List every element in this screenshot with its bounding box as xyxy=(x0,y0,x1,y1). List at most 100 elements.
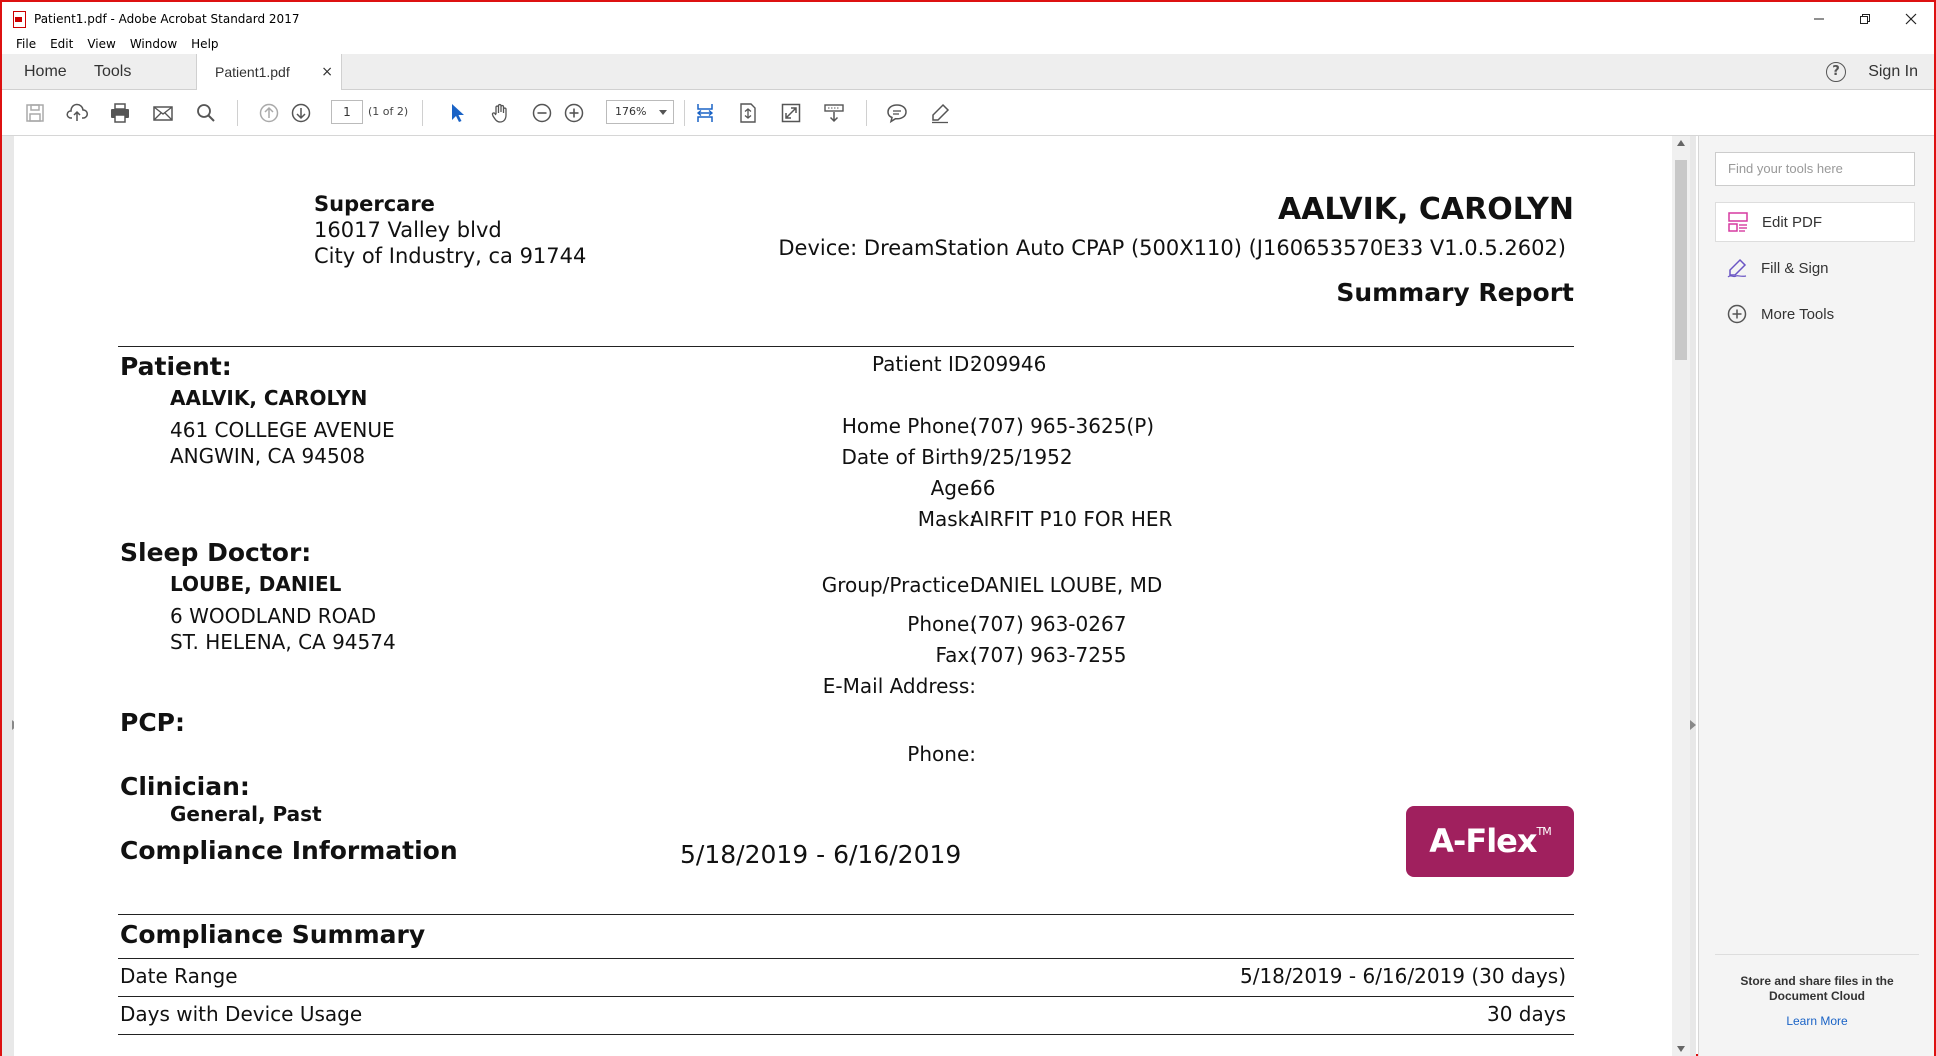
clinician-name: General, Past xyxy=(170,802,322,826)
menu-window[interactable]: Window xyxy=(123,34,184,54)
close-icon xyxy=(1905,13,1917,25)
minimize-button[interactable] xyxy=(1796,2,1842,36)
pdf-page: Supercare 16017 Valley blvd City of Indu… xyxy=(14,136,1672,1056)
page-number-input[interactable]: 1 xyxy=(331,100,363,124)
select-arrow-icon[interactable] xyxy=(444,100,470,126)
patient-address-line1: 461 COLLEGE AVENUE xyxy=(170,418,395,442)
fullscreen-icon[interactable] xyxy=(778,100,804,126)
menu-file[interactable]: File xyxy=(2,34,43,54)
scroll-thumb[interactable] xyxy=(1675,160,1687,360)
patient-address-line2: ANGWIN, CA 94508 xyxy=(170,444,366,468)
divider-line xyxy=(118,1034,1574,1035)
learn-more-link[interactable]: Learn More xyxy=(1699,1014,1935,1028)
document-viewer[interactable]: Supercare 16017 Valley blvd City of Indu… xyxy=(2,136,1696,1056)
scroll-down-icon[interactable] xyxy=(1677,1046,1685,1052)
tab-bar: Home Tools Patient1.pdf × ? Sign In xyxy=(2,54,1934,90)
menu-bar: File Edit View Window Help xyxy=(2,34,226,54)
fit-page-icon[interactable] xyxy=(735,100,761,126)
restore-icon xyxy=(1860,14,1870,24)
group-practice-value: DANIEL LOUBE, MD xyxy=(970,573,1163,597)
email-icon[interactable] xyxy=(150,100,176,126)
zoom-out-icon[interactable] xyxy=(529,100,555,126)
patient-header-name: AALVIK, CAROLYN xyxy=(1277,192,1574,227)
hand-icon[interactable] xyxy=(487,100,513,126)
search-icon[interactable] xyxy=(193,100,219,126)
patient-heading: Patient: xyxy=(120,352,232,381)
a-flex-badge: A-FlexTM xyxy=(1406,806,1574,877)
summary-row-value: 5/18/2019 - 6/16/2019 (30 days) xyxy=(1239,964,1566,988)
doctor-address-line2: ST. HELENA, CA 94574 xyxy=(170,630,396,654)
patient-id-value: 209946 xyxy=(970,352,1047,376)
minimize-icon xyxy=(1814,18,1824,20)
tab-tools[interactable]: Tools xyxy=(94,54,131,90)
toolbar-separator xyxy=(422,100,423,126)
doctor-phone-label: Phone: xyxy=(907,612,976,636)
plus-circle-icon xyxy=(1725,302,1749,326)
report-title: Summary Report xyxy=(1336,278,1574,307)
next-page-icon[interactable] xyxy=(288,100,314,126)
title-bar: Patient1.pdf - Adobe Acrobat Standard 20… xyxy=(2,2,1934,36)
dob-value: 9/25/1952 xyxy=(970,445,1073,469)
a-flex-label: A-Flex xyxy=(1429,822,1537,860)
close-window-button[interactable] xyxy=(1888,2,1934,36)
fax-value: (707) 963-7255 xyxy=(970,643,1127,667)
patient-name: AALVIK, CAROLYN xyxy=(170,386,368,410)
mask-value: AIRFIT P10 FOR HER xyxy=(970,507,1173,531)
compliance-date-range: 5/18/2019 - 6/16/2019 xyxy=(680,840,962,869)
cloud-promo-line1: Store and share files in the xyxy=(1740,974,1894,988)
zoom-dropdown[interactable]: 176% xyxy=(606,100,674,124)
previous-page-icon[interactable] xyxy=(256,100,282,126)
right-pane-toggle-icon[interactable] xyxy=(1690,720,1696,730)
scroll-mode-icon[interactable] xyxy=(821,100,847,126)
edit-pdf-tool[interactable]: Edit PDF xyxy=(1715,202,1915,242)
page-count: (1 of 2) xyxy=(368,105,409,118)
compliance-summary-heading: Compliance Summary xyxy=(120,920,426,949)
highlight-icon[interactable] xyxy=(927,100,953,126)
sign-in-button[interactable]: Sign In xyxy=(1868,54,1918,90)
save-icon[interactable] xyxy=(22,100,48,126)
more-tools[interactable]: More Tools xyxy=(1715,294,1915,334)
tab-document[interactable]: Patient1.pdf × xyxy=(196,54,342,90)
zoom-in-icon[interactable] xyxy=(561,100,587,126)
fill-sign-icon xyxy=(1725,256,1749,280)
cloud-promo-line2: Document Cloud xyxy=(1769,989,1865,1003)
home-phone-label: Home Phone: xyxy=(841,414,976,438)
close-tab-icon[interactable]: × xyxy=(321,54,333,90)
menu-view[interactable]: View xyxy=(80,34,122,54)
menu-help[interactable]: Help xyxy=(184,34,225,54)
divider-line xyxy=(118,996,1574,997)
toolbar-separator xyxy=(866,100,867,126)
fit-width-icon[interactable] xyxy=(692,100,718,126)
summary-row-label: Date Range xyxy=(120,964,238,988)
upload-icon[interactable] xyxy=(64,100,90,126)
scroll-up-icon[interactable] xyxy=(1677,140,1685,146)
help-icon[interactable]: ? xyxy=(1826,62,1846,82)
clinician-heading: Clinician: xyxy=(120,772,250,801)
summary-row-label: Days with Device Usage xyxy=(120,1002,363,1026)
tools-search-input[interactable]: Find your tools here xyxy=(1715,152,1915,186)
chevron-down-icon xyxy=(659,110,667,115)
print-icon[interactable] xyxy=(107,100,133,126)
age-value: 66 xyxy=(970,476,996,500)
menu-edit[interactable]: Edit xyxy=(43,34,80,54)
tab-home[interactable]: Home xyxy=(24,54,67,90)
fill-sign-tool[interactable]: Fill & Sign xyxy=(1715,248,1915,288)
provider-address-line2: City of Industry, ca 91744 xyxy=(314,244,587,268)
restore-button[interactable] xyxy=(1842,2,1888,36)
summary-row-value: 30 days xyxy=(1486,1002,1566,1026)
dob-label: Date of Birth: xyxy=(841,445,976,469)
comment-icon[interactable] xyxy=(884,100,910,126)
tools-pane: Find your tools here Edit PDF Fill & Sig… xyxy=(1698,136,1934,1056)
edit-pdf-icon xyxy=(1726,210,1750,234)
acrobat-pdf-icon xyxy=(12,11,26,28)
vertical-scrollbar[interactable] xyxy=(1672,136,1690,1056)
toolbar-separator xyxy=(237,100,238,126)
doctor-address-line1: 6 WOODLAND ROAD xyxy=(170,604,377,628)
edit-pdf-label: Edit PDF xyxy=(1762,213,1823,231)
tools-pane-divider xyxy=(1715,954,1919,955)
trademark-symbol: TM xyxy=(1536,825,1552,838)
window-title: Patient1.pdf - Adobe Acrobat Standard 20… xyxy=(34,12,300,26)
acrobat-window: Patient1.pdf - Adobe Acrobat Standard 20… xyxy=(0,0,1936,1056)
divider-line xyxy=(118,958,1574,959)
window-controls xyxy=(1796,2,1934,36)
